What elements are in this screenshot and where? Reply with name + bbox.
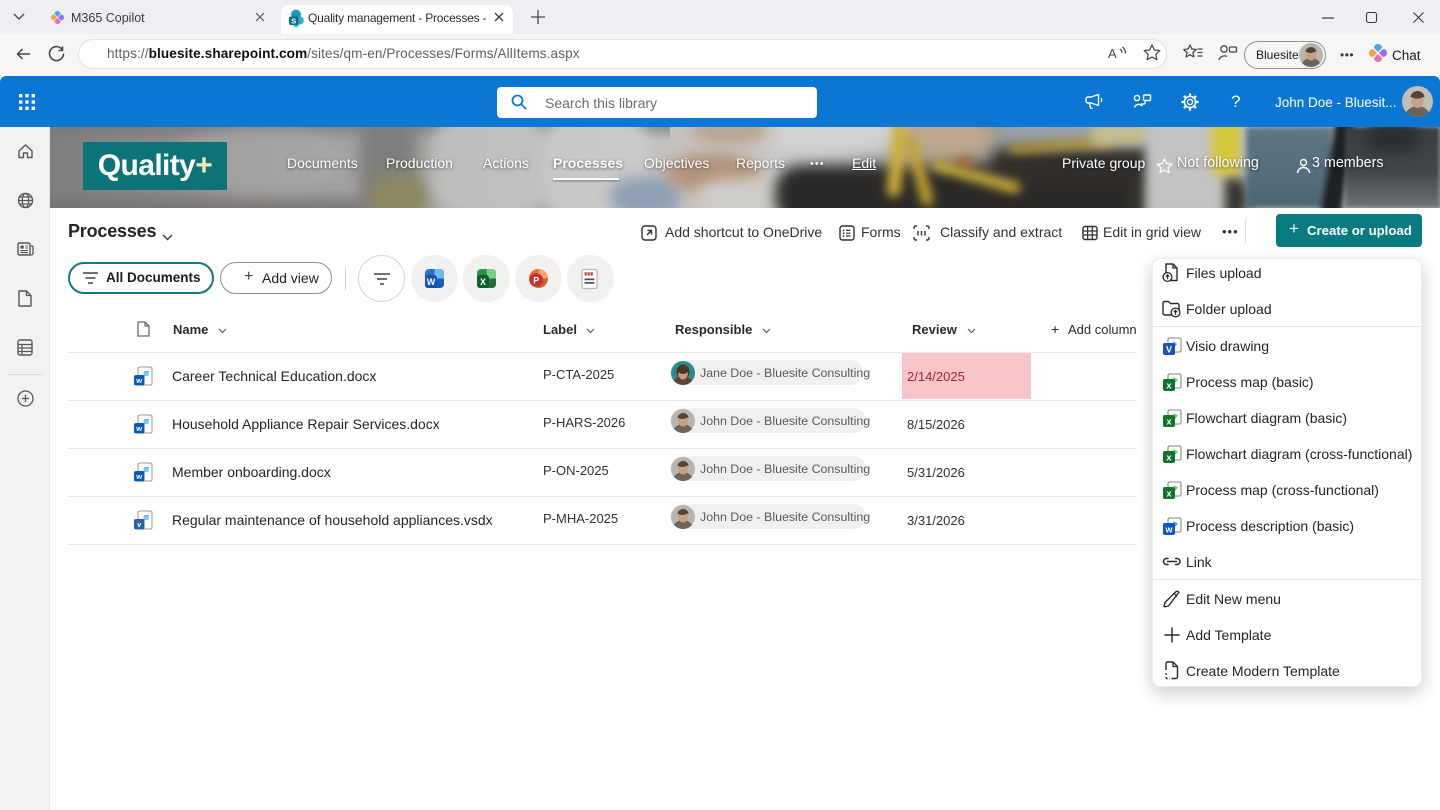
svg-text:S: S: [291, 17, 296, 26]
